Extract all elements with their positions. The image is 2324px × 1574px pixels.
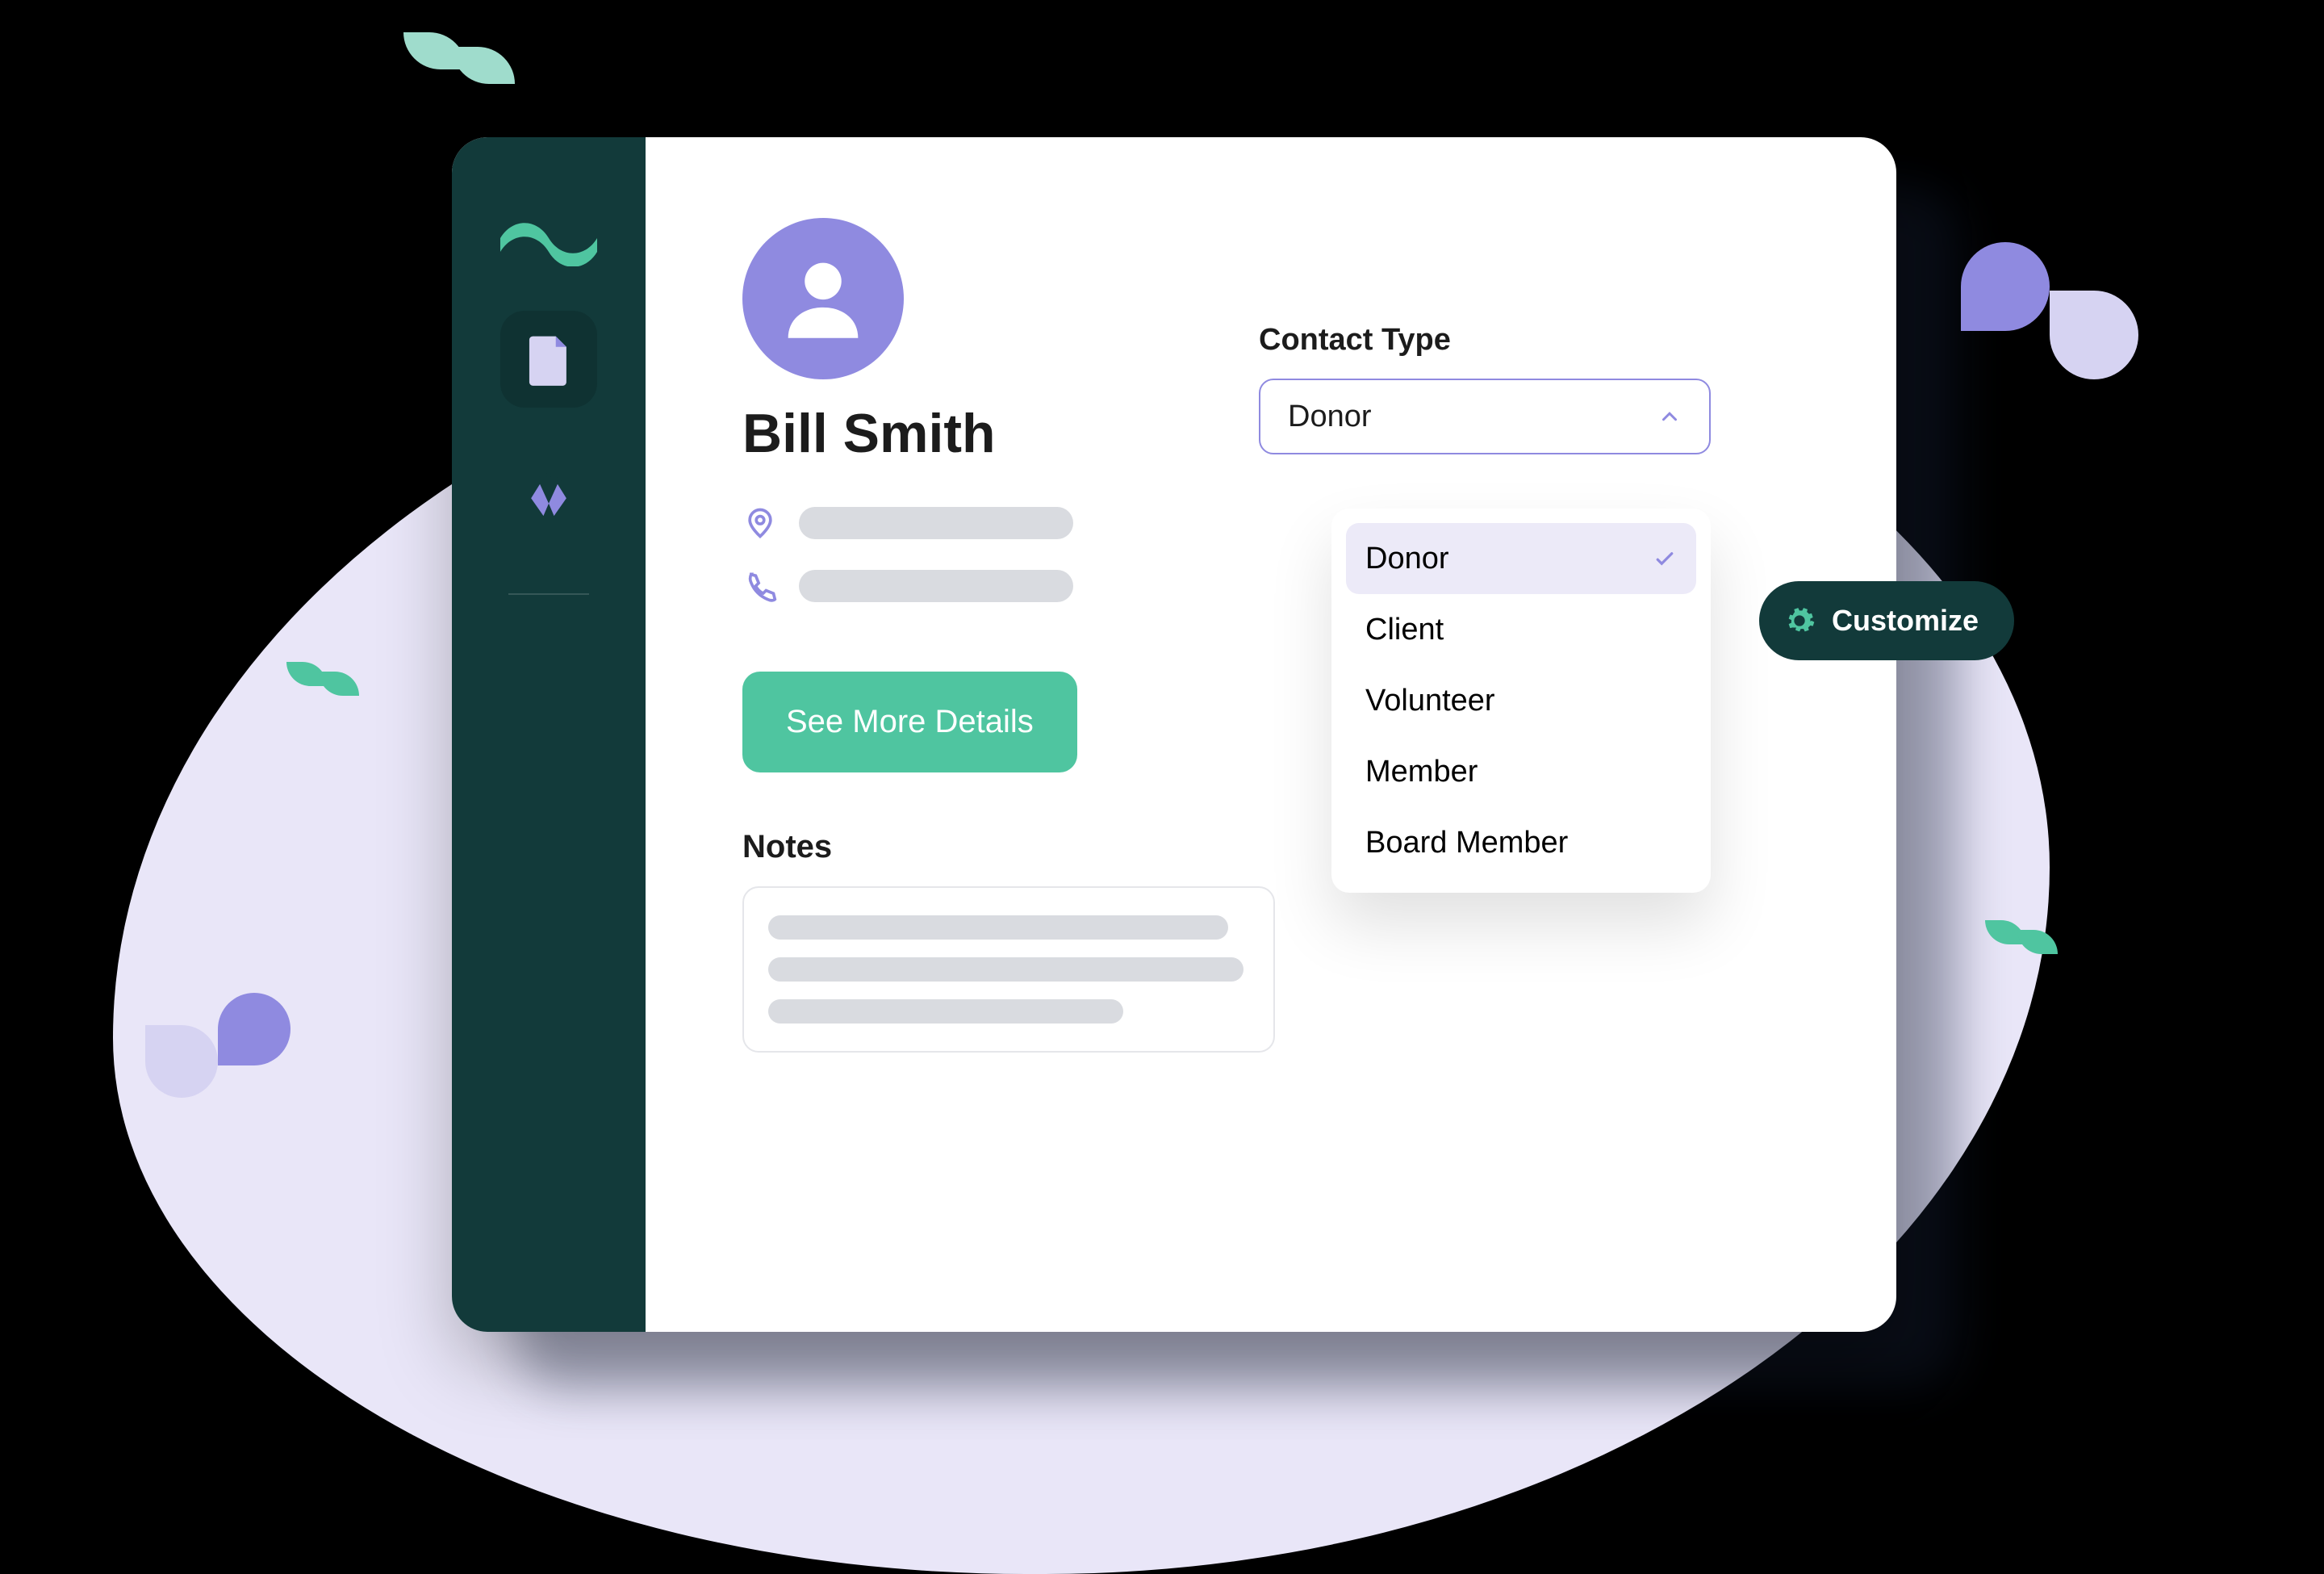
quarter-decor-purple-1 xyxy=(1961,242,2050,331)
notes-line xyxy=(768,999,1123,1024)
check-icon xyxy=(1653,546,1677,571)
customize-label: Customize xyxy=(1832,604,1979,638)
notes-box xyxy=(742,886,1275,1053)
gear-icon xyxy=(1783,605,1816,637)
contact-type-selected: Donor xyxy=(1288,400,1372,434)
contact-type-option[interactable]: Member xyxy=(1346,736,1696,807)
content-area: Bill Smith See More Details Notes Contac… xyxy=(646,137,1896,1332)
see-more-details-button[interactable]: See More Details xyxy=(742,672,1077,772)
contact-type-option[interactable]: Board Member xyxy=(1346,807,1696,878)
brand-wave-logo-icon xyxy=(500,210,597,270)
notes-line xyxy=(768,957,1244,982)
option-label: Board Member xyxy=(1365,826,1568,860)
customize-button[interactable]: Customize xyxy=(1759,581,2014,660)
contact-card: Bill Smith See More Details Notes Contac… xyxy=(452,137,1896,1332)
quarter-decor-purple-2 xyxy=(2050,291,2138,379)
contact-type-option[interactable]: Client xyxy=(1346,594,1696,665)
chevron-up-icon xyxy=(1657,404,1682,429)
person-icon xyxy=(771,246,876,351)
sidebar-item-community[interactable] xyxy=(500,448,597,545)
option-label: Volunteer xyxy=(1365,684,1495,718)
option-label: Member xyxy=(1365,755,1478,789)
contact-type-select[interactable]: Donor xyxy=(1259,379,1711,454)
document-icon xyxy=(520,331,577,387)
avatar xyxy=(742,218,904,379)
contact-type-label: Contact Type xyxy=(1259,323,1711,358)
contact-type-option[interactable]: Donor xyxy=(1346,523,1696,594)
option-label: Donor xyxy=(1365,542,1449,576)
quarter-decor-lilac-2 xyxy=(218,993,290,1065)
contact-type-field: Contact Type Donor xyxy=(1259,323,1711,454)
option-label: Client xyxy=(1365,613,1444,647)
notes-line xyxy=(768,915,1228,940)
phone-icon xyxy=(742,568,778,604)
sidebar-divider xyxy=(508,593,589,595)
phone-placeholder xyxy=(799,570,1073,602)
map-pin-icon xyxy=(742,505,778,541)
sidebar xyxy=(452,137,646,1332)
sidebar-item-documents[interactable] xyxy=(500,311,597,408)
location-placeholder xyxy=(799,507,1073,539)
hands-clap-icon xyxy=(520,468,577,525)
contact-type-option[interactable]: Volunteer xyxy=(1346,665,1696,736)
contact-type-dropdown: Donor Client Volunteer Member Board Member xyxy=(1331,509,1711,893)
quarter-decor-lilac-1 xyxy=(145,1025,218,1098)
